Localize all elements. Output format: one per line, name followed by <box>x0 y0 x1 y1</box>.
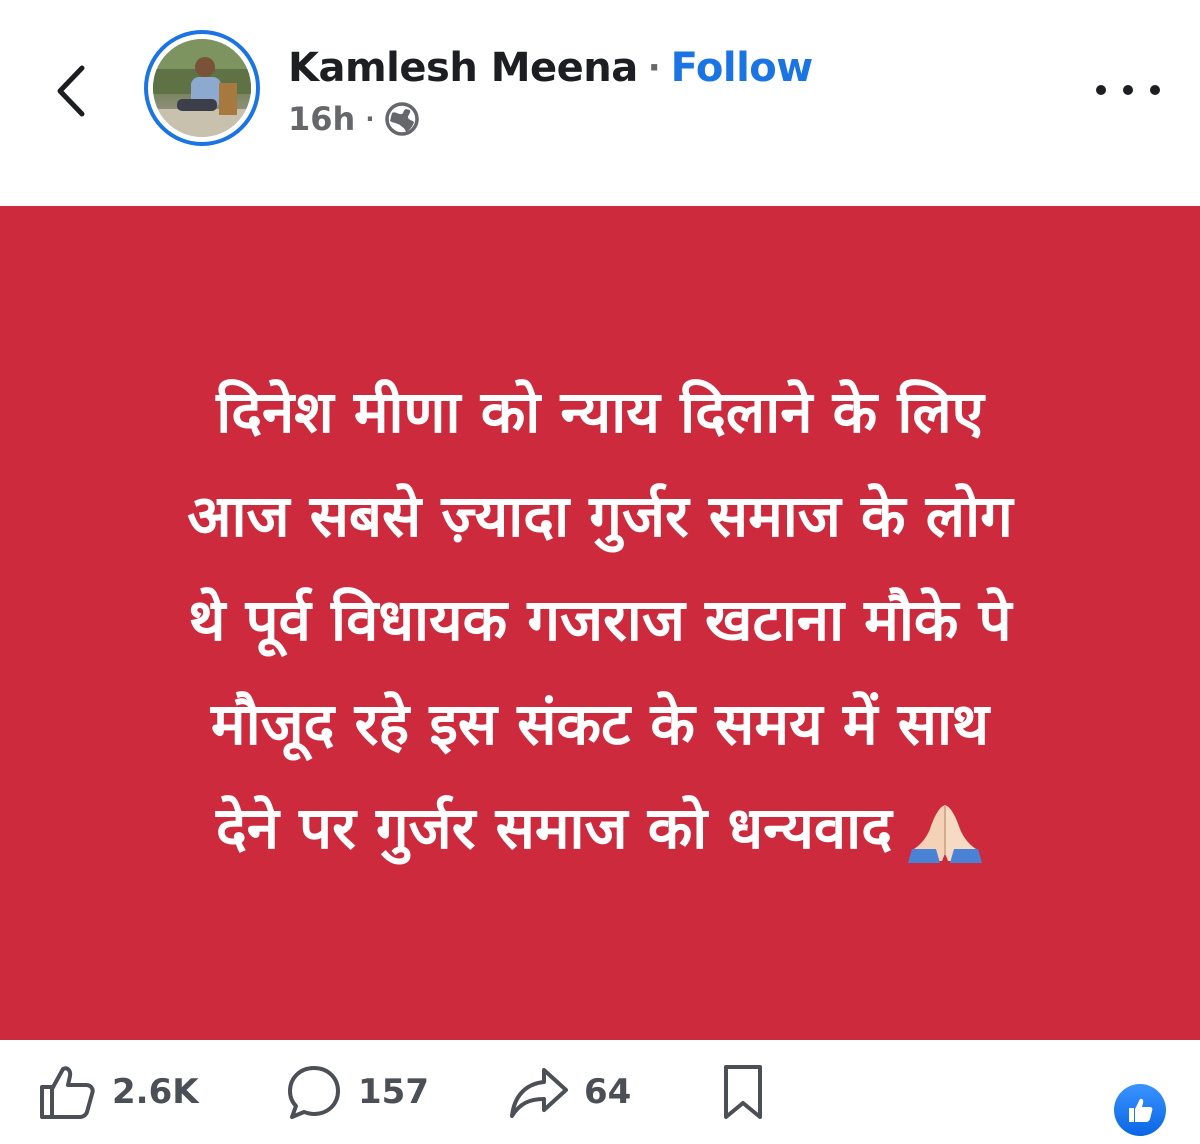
author-avatar[interactable] <box>144 30 260 146</box>
more-horizontal-icon <box>1096 85 1106 95</box>
share-arrow-icon <box>510 1068 568 1118</box>
meta-separator: · <box>365 105 375 133</box>
like-count: 2.6K <box>112 1072 199 1112</box>
post-action-bar: 2.6K 157 64 <box>0 1040 1200 1144</box>
comment-count: 157 <box>358 1072 429 1112</box>
author-line: Kamlesh Meena · Follow <box>288 40 813 96</box>
author-name[interactable]: Kamlesh Meena <box>288 45 638 91</box>
post-line: मौजूद रहे इस संकट के समय में साथ <box>210 690 990 758</box>
thumbs-up-icon <box>40 1066 95 1119</box>
avatar-photo <box>153 39 251 137</box>
post-line: आज सबसे ज़्यादा गुर्जर समाज के लोग <box>187 482 1013 550</box>
save-button[interactable] <box>718 1040 768 1144</box>
more-options-button[interactable] <box>1096 74 1160 106</box>
post-timestamp[interactable]: 16h <box>288 100 355 138</box>
share-count: 64 <box>584 1072 632 1112</box>
comment-bubble-icon <box>288 1066 340 1119</box>
back-button[interactable] <box>44 56 104 126</box>
post-line-last: देने पर गुर्जर समाज को धन्यवाद <box>80 776 1120 880</box>
like-reaction-icon[interactable] <box>1114 1084 1166 1136</box>
post-text: दिनेश मीणा को न्याय दिलाने के लिए आज सबस… <box>80 360 1120 880</box>
comment-button[interactable]: 157 <box>284 1040 429 1144</box>
name-separator: · <box>647 48 661 88</box>
share-button[interactable]: 64 <box>508 1040 631 1144</box>
post-meta: 16h · <box>288 98 420 140</box>
globe-icon <box>385 102 420 136</box>
post-content-card: दिनेश मीणा को न्याय दिलाने के लिए आज सबस… <box>0 206 1200 1040</box>
post-header: Kamlesh Meena · Follow 16h · <box>0 0 1200 206</box>
post-line: थे पूर्व विधायक गजराज खटाना मौके पे <box>188 586 1012 654</box>
chevron-left-icon <box>57 65 85 117</box>
bookmark-icon <box>724 1065 762 1119</box>
post-line-text: देने पर गुर्जर समाज को धन्यवाद <box>215 794 893 862</box>
follow-button[interactable]: Follow <box>671 45 814 91</box>
post-line: दिनेश मीणा को न्याय दिलाने के लिए <box>216 378 984 446</box>
folded-hands-emoji-icon <box>908 804 983 863</box>
like-button[interactable]: 2.6K <box>36 1040 199 1144</box>
